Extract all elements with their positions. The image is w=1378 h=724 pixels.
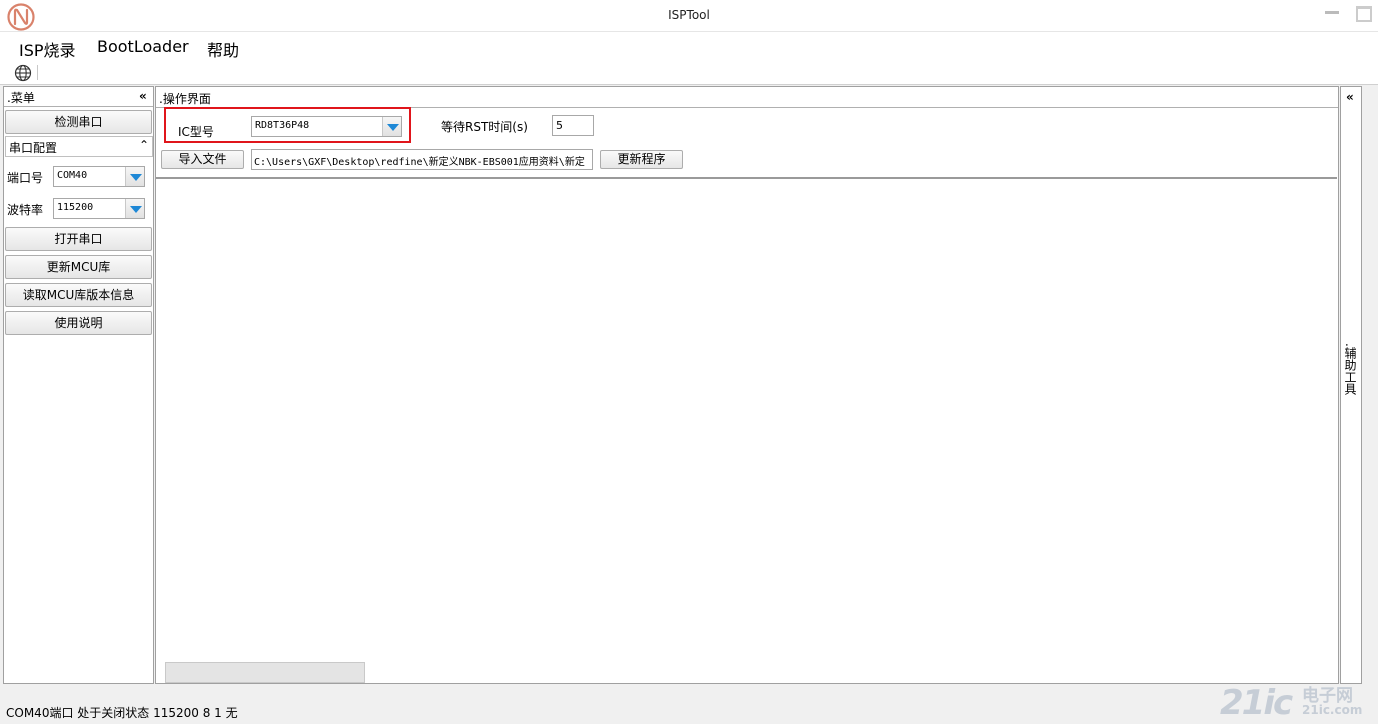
window-title: ISPTool	[668, 8, 710, 22]
port-label: 端口号	[7, 171, 44, 185]
serial-config-title: 串口配置	[9, 141, 58, 155]
status-bar: COM40端口 处于关闭状态 115200 8 1 无	[0, 695, 1378, 724]
operation-panel: .操作界面 IC型号 RD8T36P48 等待RST时间(s) 5 导入文件 C…	[155, 86, 1339, 684]
operation-panel-title: .操作界面	[159, 92, 211, 106]
detect-port-button[interactable]: 检测串口	[5, 110, 152, 134]
wait-rst-input[interactable]: 5	[552, 115, 594, 136]
serial-config-header[interactable]: 串口配置 ⌃	[5, 136, 153, 157]
wait-rst-value: 5	[556, 119, 563, 132]
watermark-number: 21ic	[1220, 683, 1293, 723]
chevron-down-icon[interactable]	[125, 167, 144, 186]
left-menu-panel: .菜单 « 检测串口 串口配置 ⌃ 端口号 COM40 波特率 115200 打…	[3, 86, 154, 684]
highlight-annotation	[164, 107, 411, 143]
chevron-down-icon[interactable]	[125, 199, 144, 218]
left-panel-collapse-icon[interactable]: «	[139, 89, 147, 103]
aux-tools-panel[interactable]: « .辅助工具	[1340, 86, 1362, 684]
open-port-button[interactable]: 打开串口	[5, 227, 152, 251]
left-panel-title: .菜单	[7, 91, 35, 105]
wait-rst-label: 等待RST时间(s)	[441, 120, 528, 134]
baud-label: 波特率	[7, 203, 44, 217]
watermark-logo: 21ic 电子网 21ic.com	[1220, 681, 1370, 723]
horizontal-scrollbar[interactable]	[165, 662, 365, 683]
left-panel-header: .菜单 «	[4, 87, 153, 107]
toolbar-separator	[37, 65, 38, 80]
read-mcu-version-button[interactable]: 读取MCU库版本信息	[5, 283, 152, 307]
aux-tools-title: .辅助工具	[1343, 343, 1357, 395]
minimize-button[interactable]	[1320, 2, 1346, 22]
file-path-input[interactable]: C:\Users\GXF\Desktop\redfine\新定义NBK-EBS0…	[251, 149, 593, 170]
menu-help[interactable]: 帮助	[207, 37, 239, 61]
port-value: COM40	[57, 170, 88, 181]
usage-button[interactable]: 使用说明	[5, 311, 152, 335]
menu-isp[interactable]: ISP烧录	[19, 37, 76, 61]
globe-icon[interactable]	[13, 63, 33, 83]
menu-bar: ISP烧录 BootLoader 帮助	[0, 32, 1378, 60]
toolbar	[0, 60, 1378, 85]
watermark-url: 21ic.com	[1302, 703, 1363, 717]
title-bar: ISPTool	[0, 0, 1378, 32]
baud-value: 115200	[57, 202, 94, 213]
log-output-area[interactable]	[156, 177, 1337, 659]
chevron-up-icon[interactable]: ⌃	[139, 138, 149, 152]
import-file-button[interactable]: 导入文件	[161, 150, 244, 169]
update-mcu-lib-button[interactable]: 更新MCU库	[5, 255, 152, 279]
maximize-button[interactable]	[1350, 2, 1376, 22]
aux-panel-expand-icon[interactable]: «	[1346, 90, 1354, 104]
operation-panel-header: .操作界面	[156, 87, 1338, 108]
update-program-button[interactable]: 更新程序	[600, 150, 683, 169]
port-select[interactable]: COM40	[53, 166, 145, 187]
menu-bootloader[interactable]: BootLoader	[97, 37, 189, 56]
status-text: COM40端口 处于关闭状态 115200 8 1 无	[6, 706, 238, 720]
baud-select[interactable]: 115200	[53, 198, 145, 219]
file-path-value: C:\Users\GXF\Desktop\redfine\新定义NBK-EBS0…	[254, 157, 585, 168]
